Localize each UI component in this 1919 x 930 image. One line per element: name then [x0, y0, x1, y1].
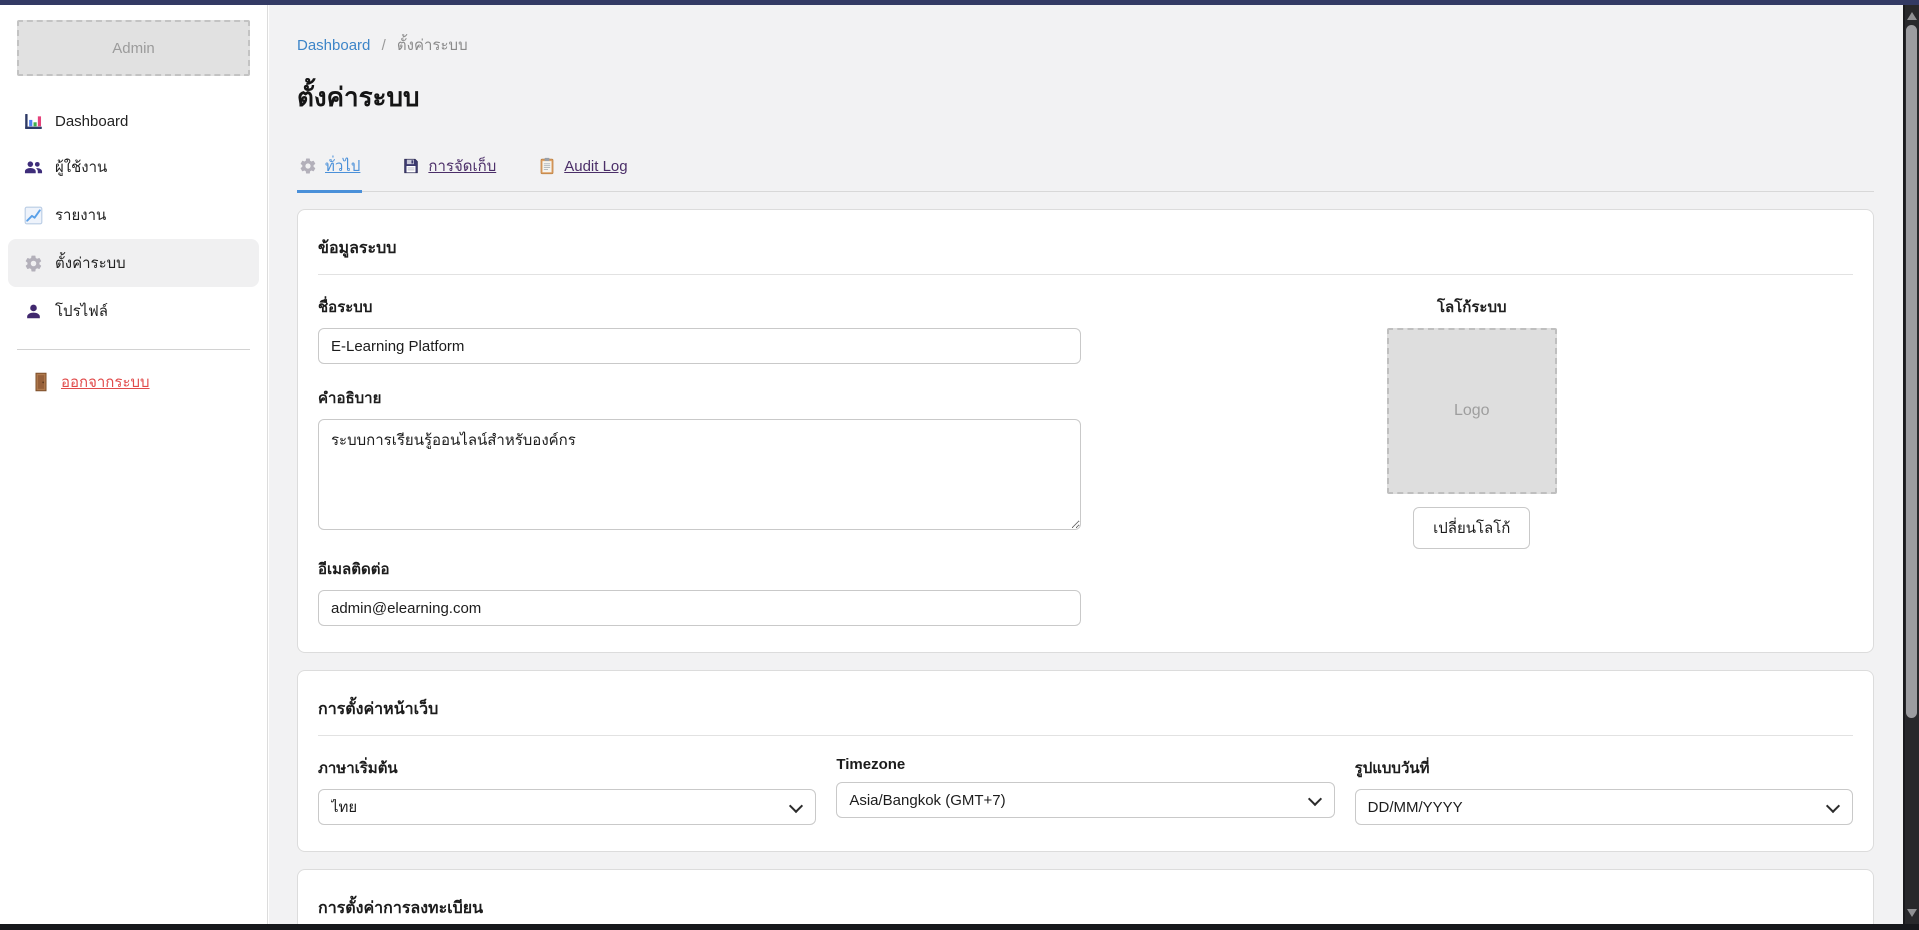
timezone-select[interactable]: Asia/Bangkok (GMT+7)	[836, 782, 1334, 818]
system-logo-label: โลโก้ระบบ	[1437, 295, 1507, 319]
sidebar-item-label: ผู้ใช้งาน	[55, 155, 107, 179]
tab-label: ทั่วไป	[325, 154, 360, 178]
arrow-down-icon	[1907, 909, 1917, 917]
description-textarea[interactable]: ระบบการเรียนรู้ออนไลน์สำหรับองค์กร	[318, 419, 1081, 530]
sidebar-item-label: ตั้งค่าระบบ	[55, 251, 126, 275]
door-icon	[32, 372, 50, 392]
system-info-card: ข้อมูลระบบ ชื่อระบบ คำอธิบาย ระบบการเรีย…	[297, 209, 1874, 653]
card-title: ข้อมูลระบบ	[318, 236, 1853, 261]
window-top-edge	[0, 0, 1919, 5]
description-label: คำอธิบาย	[318, 386, 1081, 410]
date-format-select[interactable]: DD/MM/YYYY	[1355, 789, 1853, 825]
sidebar-item-users[interactable]: ผู้ใช้งาน	[8, 143, 259, 191]
default-language-select[interactable]: ไทย	[318, 789, 816, 825]
admin-logo-text: Admin	[112, 40, 155, 57]
sidebar-item-label: Dashboard	[55, 113, 128, 130]
sidebar-item-reports[interactable]: รายงาน	[8, 191, 259, 239]
breadcrumb-separator: /	[382, 37, 386, 54]
floppy-disk-icon	[402, 157, 420, 175]
card-divider	[318, 274, 1853, 275]
system-name-label: ชื่อระบบ	[318, 295, 1081, 319]
card-title: การตั้งค่าหน้าเว็บ	[318, 697, 1853, 722]
window-bottom-edge	[0, 924, 1919, 930]
line-chart-icon	[24, 206, 43, 225]
tab-label: Audit Log	[564, 158, 627, 175]
registration-settings-card: การตั้งค่าการลงทะเบียน	[297, 869, 1874, 924]
gear-icon	[24, 254, 43, 273]
sidebar-item-label: รายงาน	[55, 203, 106, 227]
sidebar-item-profile[interactable]: โปรไฟล์	[8, 287, 259, 335]
system-name-input[interactable]	[318, 328, 1081, 364]
gear-icon	[299, 157, 317, 175]
tab-bar: ทั่วไป การจัดเก็บ Audit Log	[297, 144, 1874, 192]
tab-general[interactable]: ทั่วไป	[297, 148, 362, 193]
scrollbar-thumb[interactable]	[1906, 25, 1917, 718]
page-title: ตั้งค่าระบบ	[297, 77, 1874, 118]
logout-label: ออกจากระบบ	[61, 370, 150, 394]
sidebar-item-dashboard[interactable]: Dashboard	[8, 100, 259, 143]
users-icon	[24, 158, 43, 177]
tab-audit-log[interactable]: Audit Log	[536, 148, 629, 193]
breadcrumb: Dashboard / ตั้งค่าระบบ	[297, 33, 1874, 57]
sidebar-item-settings[interactable]: ตั้งค่าระบบ	[8, 239, 259, 287]
breadcrumb-current: ตั้งค่าระบบ	[397, 37, 468, 54]
sidebar: Admin Dashboard ผู้ใช้งาน รายงาน ตั้งค่า…	[0, 5, 268, 924]
tab-storage[interactable]: การจัดเก็บ	[400, 148, 498, 193]
sidebar-item-label: โปรไฟล์	[55, 299, 108, 323]
change-logo-button[interactable]: เปลี่ยนโลโก้	[1413, 507, 1530, 549]
clipboard-icon	[538, 157, 556, 175]
default-language-label: ภาษาเริ่มต้น	[318, 756, 816, 780]
sidebar-nav: Dashboard ผู้ใช้งาน รายงาน ตั้งค่าระบบ โ…	[0, 100, 267, 335]
card-divider	[318, 735, 1853, 736]
arrow-up-icon	[1907, 12, 1917, 20]
bar-chart-icon	[24, 112, 43, 131]
web-settings-card: การตั้งค่าหน้าเว็บ ภาษาเริ่มต้น ไทย Time…	[297, 670, 1874, 852]
timezone-label: Timezone	[836, 756, 1334, 773]
main-content: Dashboard / ตั้งค่าระบบ ตั้งค่าระบบ ทั่ว…	[269, 5, 1903, 924]
contact-email-input[interactable]	[318, 590, 1081, 626]
scrollbar-up-button[interactable]	[1905, 7, 1919, 25]
breadcrumb-dashboard-link[interactable]: Dashboard	[297, 37, 370, 54]
admin-logo-placeholder: Admin	[17, 20, 250, 76]
sidebar-divider	[17, 349, 250, 350]
card-title: การตั้งค่าการลงทะเบียน	[318, 896, 1853, 921]
window-scrollbar[interactable]	[1903, 5, 1919, 924]
tab-label: การจัดเก็บ	[428, 154, 496, 178]
contact-email-label: อีเมลติดต่อ	[318, 557, 1081, 581]
logout-link[interactable]: ออกจากระบบ	[16, 370, 251, 394]
person-icon	[24, 302, 43, 321]
date-format-label: รูปแบบวันที่	[1355, 756, 1853, 780]
logo-placeholder-text: Logo	[1454, 402, 1490, 420]
logo-placeholder: Logo	[1387, 328, 1557, 494]
scrollbar-down-button[interactable]	[1905, 904, 1919, 922]
